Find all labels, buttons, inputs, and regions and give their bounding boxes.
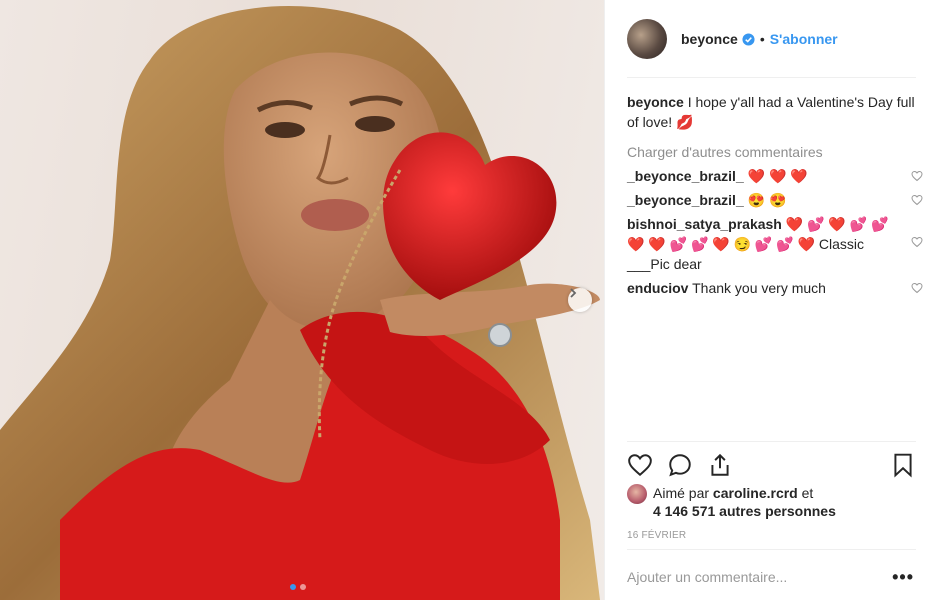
right-eye xyxy=(355,116,395,132)
post-caption: beyonce I hope y'all had a Valentine's D… xyxy=(627,92,917,132)
left-eye xyxy=(265,122,305,138)
ring xyxy=(488,323,512,347)
follow-button[interactable]: S'abonner xyxy=(770,31,838,47)
heart-clutch xyxy=(383,132,557,300)
header-divider xyxy=(627,77,916,78)
likes-connector: et xyxy=(801,485,814,501)
comment-text: 😍 😍 xyxy=(747,192,787,208)
chevron-right-icon xyxy=(570,288,577,298)
likes-summary: Aimé par caroline.rcrd et 4 146 571 autr… xyxy=(627,484,836,520)
comment-input-divider xyxy=(627,549,916,550)
comment-username[interactable]: _beyonce_brazil_ xyxy=(627,168,744,184)
post-photo[interactable] xyxy=(0,0,604,600)
likes-count-link[interactable]: 4 146 571 autres personnes xyxy=(653,503,836,519)
actions-divider xyxy=(627,441,916,442)
carousel-dot-active xyxy=(290,584,296,590)
author-avatar[interactable] xyxy=(627,19,667,59)
comment-text: ❤️ ❤️ ❤️ xyxy=(747,168,808,184)
author-username[interactable]: beyonce xyxy=(681,31,738,47)
liker-avatar[interactable] xyxy=(627,484,647,504)
verified-badge-icon xyxy=(742,32,755,46)
comment-item: _beyonce_brazil_ 😍 😍 xyxy=(627,190,923,210)
comment-username[interactable]: enduciov xyxy=(627,280,688,296)
comment-item: enduciov Thank you very much xyxy=(627,278,923,298)
add-comment-input[interactable]: Ajouter un commentaire... xyxy=(627,569,787,585)
liker-username[interactable]: caroline.rcrd xyxy=(713,485,798,501)
comment-bubble-icon[interactable] xyxy=(667,452,693,478)
photo-illustration xyxy=(0,5,600,600)
load-more-comments-link[interactable]: Charger d'autres commentaires xyxy=(627,144,917,160)
likes-text: Aimé par caroline.rcrd et 4 146 571 autr… xyxy=(653,484,836,520)
comment-item: bishnoi_satya_prakash ❤️ 💕 ❤️ 💕 💕 ❤️ ❤️ … xyxy=(627,214,923,274)
comment-like-heart-icon[interactable] xyxy=(911,282,923,294)
comment-like-heart-icon[interactable] xyxy=(911,194,923,206)
post-date[interactable]: 16 FÉVRIER xyxy=(627,530,686,541)
likes-prefix: Aimé par xyxy=(653,485,710,501)
carousel-dots xyxy=(290,584,306,590)
comment-username[interactable]: bishnoi_satya_prakash xyxy=(627,216,782,232)
post-actions-bar xyxy=(627,452,916,478)
comments-section: beyonce I hope y'all had a Valentine's D… xyxy=(627,92,923,302)
heart-icon[interactable] xyxy=(627,452,653,478)
bookmark-icon[interactable] xyxy=(890,452,916,478)
caption-username[interactable]: beyonce xyxy=(627,94,684,110)
comment-username[interactable]: _beyonce_brazil_ xyxy=(627,192,744,208)
header-separator: • xyxy=(759,31,765,47)
share-icon[interactable] xyxy=(707,452,733,478)
comment-like-heart-icon[interactable] xyxy=(911,236,923,248)
comment-like-heart-icon[interactable] xyxy=(911,170,923,182)
post-side-panel: beyonce • S'abonner beyonce I hope y'all… xyxy=(604,0,934,600)
post-header: beyonce • S'abonner xyxy=(627,18,916,60)
comment-item: _beyonce_brazil_ ❤️ ❤️ ❤️ xyxy=(627,166,923,186)
carousel-next-button[interactable] xyxy=(568,288,592,312)
carousel-dot xyxy=(300,584,306,590)
more-options-button[interactable]: ••• xyxy=(892,567,914,588)
lips xyxy=(301,199,369,231)
comment-text: Thank you very much xyxy=(692,280,826,296)
